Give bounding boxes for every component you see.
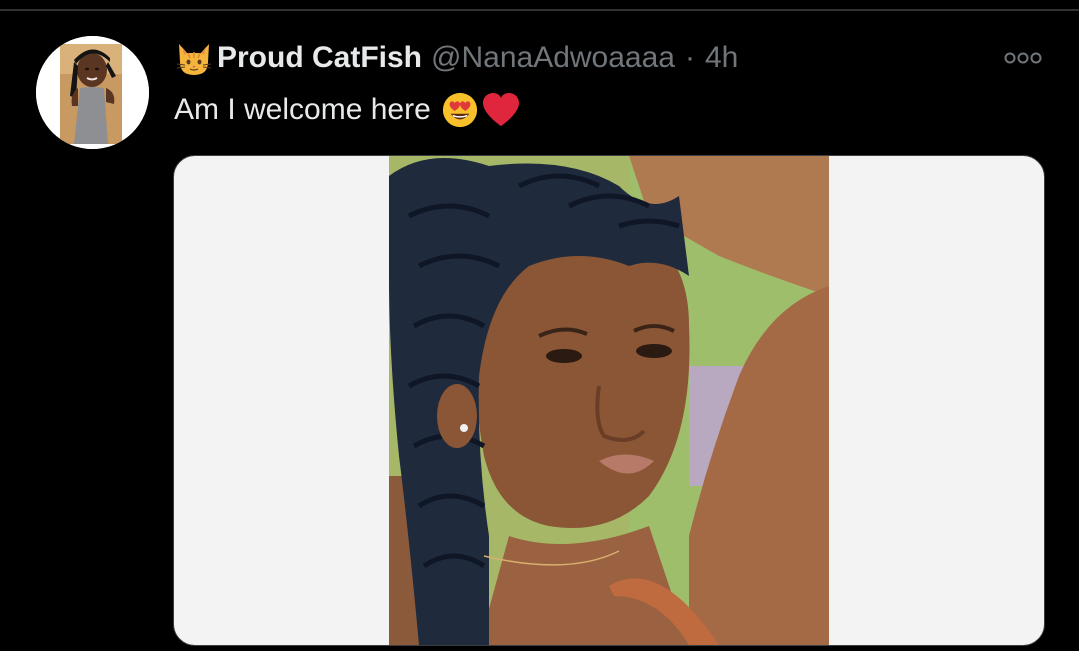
tweet[interactable]: Proud CatFish @NanaAdwoaaaa · 4h Am I we… xyxy=(0,11,1079,651)
heart-eyes-emoji-icon xyxy=(442,92,477,128)
display-name[interactable]: Proud CatFish xyxy=(217,41,422,75)
tweet-text: Am I welcome here xyxy=(174,89,521,131)
red-heart-emoji-icon xyxy=(482,93,519,126)
cat-face-emoji-icon xyxy=(176,44,212,75)
tweet-header: Proud CatFish @NanaAdwoaaaa · 4h xyxy=(174,38,738,78)
more-options-icon xyxy=(1004,52,1042,64)
more-options-button[interactable] xyxy=(1003,45,1043,71)
tweet-body: Am I welcome here xyxy=(174,93,431,126)
tweet-photo[interactable] xyxy=(389,156,829,645)
timestamp[interactable]: 4h xyxy=(705,41,738,75)
user-handle[interactable]: @NanaAdwoaaaa xyxy=(431,41,675,75)
separator-dot: · xyxy=(684,41,695,74)
photo-image xyxy=(389,156,829,645)
media-attachment[interactable] xyxy=(173,155,1045,646)
avatar[interactable] xyxy=(36,36,149,149)
avatar-image xyxy=(36,36,149,149)
